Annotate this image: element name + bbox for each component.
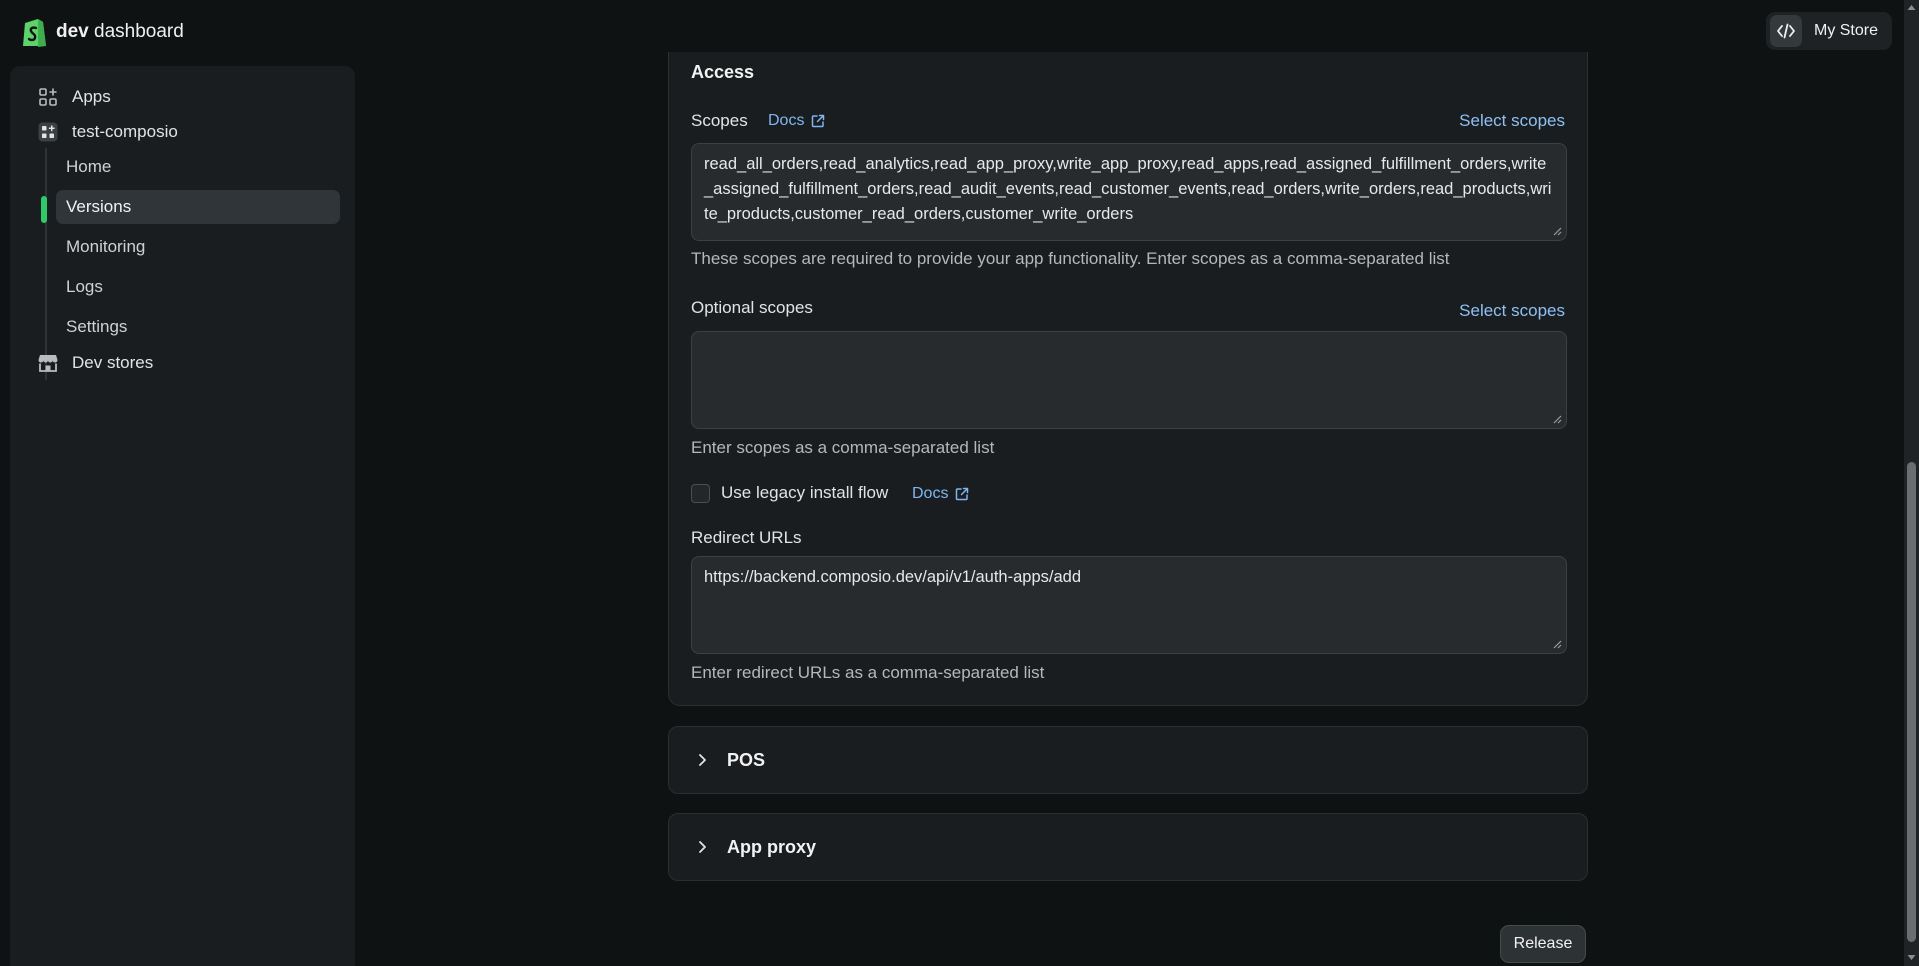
docs-link-label: Docs [768,112,805,129]
sidebar-item-label: Logs [66,277,103,296]
redirect-urls-label: Redirect URLs [691,528,802,547]
legacy-install-checkbox[interactable] [691,484,710,503]
store-name: My Store [1813,22,1878,39]
brand-title: dev dashboard [56,21,184,43]
external-link-icon [956,487,969,501]
scrollbar-thumb[interactable] [1907,462,1916,942]
optional-scopes-label: Optional scopes [691,298,813,317]
scroll-down-arrow-icon[interactable] [1907,953,1916,962]
sidebar-item-label: Dev stores [72,353,154,372]
app-icon [38,122,58,142]
resize-handle-icon[interactable] [1553,415,1562,424]
sidebar-item-label: test-composio [72,122,178,141]
sidebar-item-versions[interactable]: Versions [56,190,340,224]
scopes-textarea[interactable]: read_all_orders,read_analytics,read_app_… [691,143,1567,241]
pos-title: POS [727,749,766,770]
pos-section[interactable]: POS [668,726,1588,794]
sidebar-item-label: Monitoring [66,237,146,256]
brand-title-rest: dashboard [88,21,184,42]
scopes-docs-link[interactable]: Docs [768,112,825,130]
code-icon [1769,15,1802,47]
app-proxy-title: App proxy [727,836,817,857]
sidebar-item-dev-stores[interactable]: Dev stores [38,346,153,380]
scopes-help-text: These scopes are required to provide you… [691,249,1450,268]
sidebar: Apps test-composio Home Versions Monitor… [10,66,355,966]
chevron-right-icon [695,753,709,767]
external-link-icon [812,114,825,128]
select-scopes-link[interactable]: Select scopes [1459,111,1565,131]
docs-link-label: Docs [912,485,949,502]
sidebar-item-monitoring[interactable]: Monitoring [56,230,340,264]
scopes-label: Scopes [691,111,748,130]
sidebar-item-app[interactable]: test-composio [38,115,178,149]
sidebar-item-apps[interactable]: Apps [38,80,111,114]
sidebar-item-label: Home [66,157,112,176]
scroll-up-arrow-icon[interactable] [1907,3,1916,12]
legacy-install-label: Use legacy install flow [721,483,889,502]
resize-handle-icon[interactable] [1553,640,1562,649]
brand[interactable]: dev dashboard [20,16,184,48]
access-title: Access [691,62,755,82]
select-optional-scopes-link[interactable]: Select scopes [1459,301,1565,321]
chevron-right-icon [695,840,709,854]
resize-handle-icon[interactable] [1553,227,1562,236]
apps-icon [38,87,58,107]
redirect-urls-help-text: Enter redirect URLs as a comma-separated… [691,663,1045,682]
store-icon [38,353,58,373]
sidebar-item-settings[interactable]: Settings [56,310,340,344]
brand-title-bold: dev [56,21,89,42]
release-button[interactable]: Release [1500,925,1586,963]
shopify-logo-icon [23,19,46,47]
sidebar-item-logs[interactable]: Logs [56,270,340,304]
optional-scopes-help-text: Enter scopes as a comma-separated list [691,438,995,457]
legacy-docs-link[interactable]: Docs [912,485,969,503]
app-proxy-section[interactable]: App proxy [668,813,1588,881]
access-card: Access Scopes Docs Select scopes read_al… [668,52,1588,706]
page-scrollbar[interactable] [1904,0,1919,966]
sidebar-item-home[interactable]: Home [56,150,340,184]
sidebar-item-label: Apps [72,87,111,106]
redirect-urls-textarea[interactable]: https://backend.composio.dev/api/v1/auth… [691,556,1567,654]
store-switcher-button[interactable]: My Store [1765,12,1892,50]
sidebar-item-label: Versions [66,197,132,216]
optional-scopes-textarea[interactable] [691,331,1567,429]
scopes-value: read_all_orders,read_analytics,read_app_… [704,155,1552,223]
sidebar-item-label: Settings [66,317,128,336]
active-indicator [41,196,47,223]
redirect-urls-value: https://backend.composio.dev/api/v1/auth… [704,568,1081,586]
